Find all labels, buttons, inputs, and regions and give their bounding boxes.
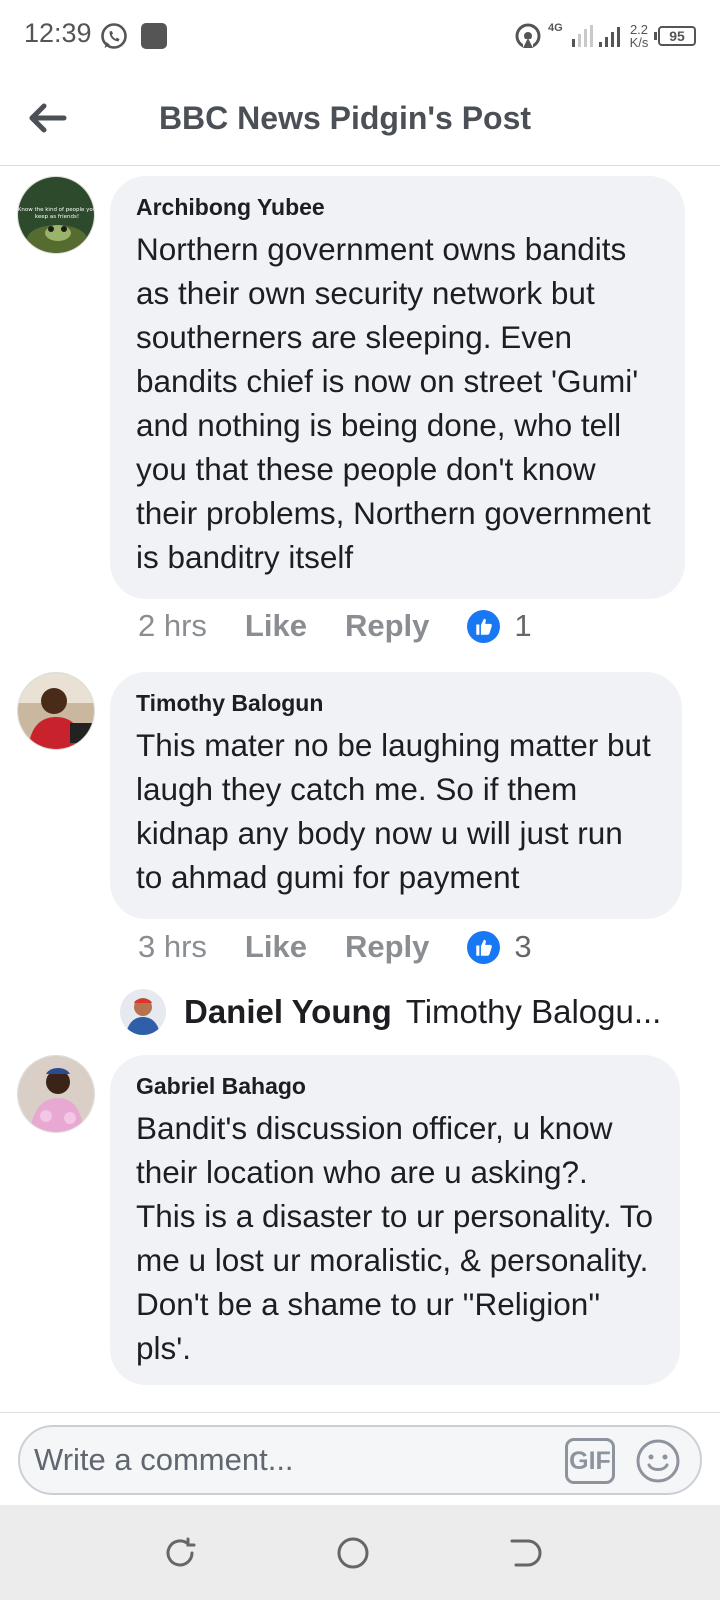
reaction-count[interactable]: 3 xyxy=(467,929,532,965)
comment-time[interactable]: 3 hrs xyxy=(138,929,207,965)
reply-avatar-image xyxy=(120,989,166,1035)
avatar-caption: Know the kind of people you xyxy=(18,207,95,213)
whatsapp-icon xyxy=(101,23,127,49)
thumbs-up-icon xyxy=(467,930,501,964)
network-type-label: 4G xyxy=(548,21,563,34)
avatar[interactable] xyxy=(17,1055,95,1133)
like-button[interactable]: Like xyxy=(245,929,307,965)
comment-actions: 2 hrs Like Reply 1 xyxy=(138,606,532,646)
comment-text: Northern government owns bandits as thei… xyxy=(136,231,651,575)
avatar-image xyxy=(18,1056,94,1132)
gif-button[interactable]: GIF xyxy=(565,1438,615,1484)
home-icon[interactable] xyxy=(335,1535,371,1571)
reaction-count-value: 1 xyxy=(514,608,532,643)
system-nav-bar xyxy=(0,1505,720,1600)
signal-icon xyxy=(572,25,593,47)
comment-text: This mater no be laughing matter but lau… xyxy=(136,727,651,895)
avatar-image xyxy=(18,673,94,749)
comment-bubble[interactable]: Gabriel Bahago Bandit's discussion offic… xyxy=(110,1055,680,1385)
page-title: BBC News Pidgin's Post xyxy=(158,100,532,136)
reply-button[interactable]: Reply xyxy=(345,608,429,644)
thumbs-up-icon xyxy=(467,609,501,643)
signal-icon-2 xyxy=(599,25,620,47)
reaction-count-value: 3 xyxy=(514,929,532,964)
reply-preview[interactable]: Daniel Young Timothy Balogu... xyxy=(120,988,690,1036)
comment-actions: 3 hrs Like Reply 3 xyxy=(138,927,532,967)
reply-author[interactable]: Daniel Young xyxy=(184,993,392,1031)
recents-icon[interactable] xyxy=(162,1535,198,1571)
like-button[interactable]: Like xyxy=(245,608,307,644)
comment-time[interactable]: 2 hrs xyxy=(138,608,207,644)
comment-author[interactable]: Timothy Balogun xyxy=(136,690,656,717)
status-bar: 12:39 4G 2.2 K/s 95 xyxy=(0,0,720,72)
notification-square-icon xyxy=(141,23,167,49)
avatar-caption-2: keep as friends! xyxy=(35,214,79,220)
comment-composer: GIF xyxy=(18,1425,702,1495)
comment-input[interactable] xyxy=(34,1437,554,1483)
reply-avatar[interactable] xyxy=(120,989,166,1035)
avatar[interactable]: Know the kind of people you keep as frie… xyxy=(17,176,95,254)
comment-author[interactable]: Gabriel Bahago xyxy=(136,1073,654,1100)
comment-author[interactable]: Archibong Yubee xyxy=(136,194,659,221)
status-indicators: 4G 2.2 K/s 95 xyxy=(514,16,696,56)
hotspot-icon xyxy=(515,23,541,49)
comment-text: Bandit's discussion officer, u know thei… xyxy=(136,1110,654,1366)
reply-snippet: Timothy Balogu... xyxy=(405,993,662,1030)
network-speed: 2.2 K/s xyxy=(626,23,652,49)
battery-icon: 95 xyxy=(654,26,696,46)
speed-unit: K/s xyxy=(629,35,649,50)
header: BBC News Pidgin's Post xyxy=(0,72,720,166)
comment-composer-bar: GIF xyxy=(0,1412,720,1505)
comment-bubble[interactable]: Timothy Balogun This mater no be laughin… xyxy=(110,672,682,919)
avatar-image: Know the kind of people you keep as frie… xyxy=(18,177,95,253)
reaction-count[interactable]: 1 xyxy=(467,608,532,644)
avatar[interactable] xyxy=(17,672,95,750)
reply-button[interactable]: Reply xyxy=(345,929,429,965)
status-time: 12:39 xyxy=(24,18,92,48)
back-nav-icon[interactable] xyxy=(508,1535,544,1571)
comment-bubble[interactable]: Archibong Yubee Northern government owns… xyxy=(110,176,685,599)
emoji-icon[interactable] xyxy=(635,1438,681,1484)
